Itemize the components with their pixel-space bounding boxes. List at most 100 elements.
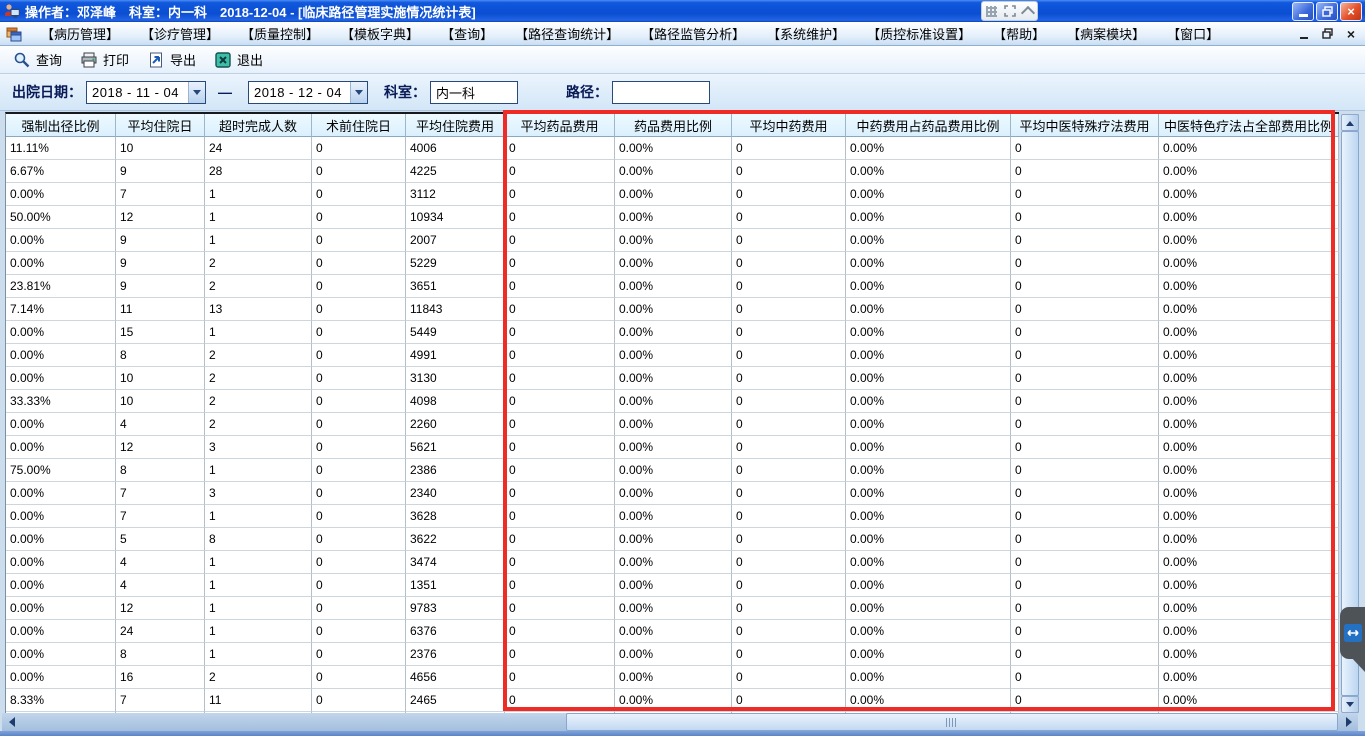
export-button[interactable]: 导出	[140, 48, 203, 71]
table-cell: 7	[116, 183, 205, 206]
date-from-dropdown-button[interactable]	[188, 81, 205, 103]
table-row[interactable]: 33.33% 10 2 0 4098 0 0.00% 0 0.00% 0 0.00%	[6, 390, 1339, 413]
table-row[interactable]: 50.00% 12 1 0 10934 0 0.00% 0 0.00% 0 0.00%	[6, 206, 1339, 229]
table-cell: 1	[205, 229, 312, 252]
menu-item[interactable]: 【质控标准设置】	[856, 24, 982, 43]
table-cell: 0.00%	[846, 344, 1011, 367]
column-header[interactable]: 平均中医特殊疗法费用	[1011, 114, 1159, 137]
exit-button[interactable]: 退出	[207, 48, 270, 71]
table-cell: 2	[205, 275, 312, 298]
table-row[interactable]: 0.00% 7 1 0 3112 0 0.00% 0 0.00% 0 0.00%	[6, 183, 1339, 206]
menu-item[interactable]: 【路径查询统计】	[504, 24, 630, 43]
menu-item[interactable]: 【模板字典】	[330, 24, 430, 43]
column-header[interactable]: 平均住院日	[116, 114, 205, 137]
minimize-button[interactable]	[1292, 1, 1314, 21]
table-row[interactable]: 23.81% 9 2 0 3651 0 0.00% 0 0.00% 0 0.00%	[6, 275, 1339, 298]
app-icon	[4, 3, 20, 19]
menu-item[interactable]: 【系统维护】	[756, 24, 856, 43]
path-input[interactable]	[612, 80, 710, 104]
date-to-dropdown-button[interactable]	[350, 81, 367, 103]
horizontal-scrollbar[interactable]	[2, 713, 1358, 731]
restore-button[interactable]	[1316, 1, 1338, 21]
table-cell: 0	[732, 252, 846, 275]
horizontal-scroll-thumb[interactable]	[566, 713, 1338, 731]
table-cell: 0.00%	[1159, 275, 1339, 298]
table-cell: 3112	[406, 183, 505, 206]
table-cell: 0	[312, 689, 406, 712]
column-header[interactable]: 平均中药费用	[732, 114, 846, 137]
menu-item[interactable]: 【窗口】	[1156, 24, 1230, 43]
table-cell: 4006	[406, 137, 505, 160]
table-row[interactable]: 6.67% 9 28 0 4225 0 0.00% 0 0.00% 0 0.00%	[6, 160, 1339, 183]
table-row[interactable]: 0.00% 12 3 0 5621 0 0.00% 0 0.00% 0 0.00%	[6, 436, 1339, 459]
print-button[interactable]: 打印	[73, 48, 136, 71]
table-row[interactable]: 8.33% 7 11 0 2465 0 0.00% 0 0.00% 0 0.00%	[6, 689, 1339, 712]
table-cell: 11.11%	[6, 137, 116, 160]
table-cell: 0.00%	[846, 574, 1011, 597]
table-row[interactable]: 0.00% 9 1 0 2007 0 0.00% 0 0.00% 0 0.00%	[6, 229, 1339, 252]
table-row[interactable]: 0.00% 15 1 0 5449 0 0.00% 0 0.00% 0 0.00%	[6, 321, 1339, 344]
chevron-up-icon[interactable]	[1020, 5, 1036, 20]
menu-item[interactable]: 【诊疗管理】	[130, 24, 230, 43]
column-header[interactable]: 强制出径比例	[6, 114, 116, 137]
grid-dots-icon[interactable]	[986, 5, 997, 17]
dept-input[interactable]: 内一科	[430, 80, 518, 104]
table-row[interactable]: 0.00% 24 1 0 6376 0 0.00% 0 0.00% 0 0.00%	[6, 620, 1339, 643]
menu-item[interactable]: 【路径监管分析】	[630, 24, 756, 43]
column-header[interactable]: 平均住院费用	[406, 114, 505, 137]
table-row[interactable]: 0.00% 5 8 0 3622 0 0.00% 0 0.00% 0 0.00%	[6, 528, 1339, 551]
screen-overlay-toolbar[interactable]	[981, 1, 1038, 21]
table-row[interactable]: 0.00% 7 3 0 2340 0 0.00% 0 0.00% 0 0.00%	[6, 482, 1339, 505]
table-cell: 0	[732, 160, 846, 183]
scroll-down-button[interactable]	[1341, 696, 1359, 713]
scroll-left-button[interactable]	[2, 713, 20, 731]
close-button[interactable]: ×	[1340, 1, 1362, 21]
table-row[interactable]: 0.00% 10 2 0 3130 0 0.00% 0 0.00% 0 0.00%	[6, 367, 1339, 390]
mdi-close-icon[interactable]: ×	[1347, 27, 1355, 41]
table-cell: 0.00%	[6, 482, 116, 505]
table-row[interactable]: 7.14% 11 13 0 11843 0 0.00% 0 0.00% 0 0.00%	[6, 298, 1339, 321]
date-from-picker[interactable]: 2018 - 11 - 04	[86, 80, 206, 104]
column-header[interactable]: 术前住院日	[312, 114, 406, 137]
mdi-minimize-icon[interactable]	[1299, 36, 1308, 39]
menu-item[interactable]: 【病案模块】	[1056, 24, 1156, 43]
table-cell: 0.00%	[615, 344, 732, 367]
column-header[interactable]: 超时完成人数	[205, 114, 312, 137]
column-header[interactable]: 中药费用占药品费用比例	[846, 114, 1011, 137]
table-row[interactable]: 0.00% 12 1 0 9783 0 0.00% 0 0.00% 0 0.00%	[6, 597, 1339, 620]
table-cell: 0	[505, 298, 615, 321]
column-header[interactable]: 药品费用比例	[615, 114, 732, 137]
table-row[interactable]: 11.11% 10 24 0 4006 0 0.00% 0 0.00% 0 0.00%	[6, 137, 1339, 160]
column-header[interactable]: 平均药品费用	[505, 114, 615, 137]
table-cell: 0	[1011, 459, 1159, 482]
table-cell: 0.00%	[6, 666, 116, 689]
menu-item[interactable]: 【查询】	[430, 24, 504, 43]
menu-item[interactable]: 【质量控制】	[230, 24, 330, 43]
table-row[interactable]: 0.00% 7 1 0 3628 0 0.00% 0 0.00% 0 0.00%	[6, 505, 1339, 528]
remote-control-tab[interactable]	[1340, 607, 1365, 659]
table-row[interactable]: 0.00% 8 1 0 2376 0 0.00% 0 0.00% 0 0.00%	[6, 643, 1339, 666]
table-row[interactable]: 0.00% 16 2 0 4656 0 0.00% 0 0.00% 0 0.00%	[6, 666, 1339, 689]
menu-item[interactable]: 【帮助】	[982, 24, 1056, 43]
menu-item[interactable]: 【病历管理】	[30, 24, 130, 43]
expand-arrows-icon[interactable]	[1004, 5, 1016, 17]
table-cell: 0.00%	[846, 505, 1011, 528]
table-row[interactable]: 0.00% 4 1 0 1351 0 0.00% 0 0.00% 0 0.00%	[6, 574, 1339, 597]
table-row[interactable]: 0.00% 4 1 0 3474 0 0.00% 0 0.00% 0 0.00%	[6, 551, 1339, 574]
table-row[interactable]: 0.00% 4 2 0 2260 0 0.00% 0 0.00% 0 0.00%	[6, 413, 1339, 436]
table-row[interactable]: 75.00% 8 1 0 2386 0 0.00% 0 0.00% 0 0.00%	[6, 459, 1339, 482]
table-cell: 1	[205, 620, 312, 643]
table-cell: 2	[205, 344, 312, 367]
table-cell: 0.00%	[1159, 390, 1339, 413]
table-row[interactable]: 0.00% 8 2 0 4991 0 0.00% 0 0.00% 0 0.00%	[6, 344, 1339, 367]
table-cell: 0.00%	[1159, 505, 1339, 528]
column-header[interactable]: 中医特色疗法占全部费用比例	[1159, 114, 1339, 137]
mdi-restore-icon[interactable]	[1322, 28, 1333, 39]
scroll-up-button[interactable]	[1341, 114, 1359, 131]
table-cell: 15	[116, 321, 205, 344]
table-row[interactable]: 0.00% 9 2 0 5229 0 0.00% 0 0.00% 0 0.00%	[6, 252, 1339, 275]
query-button[interactable]: 查询	[6, 48, 69, 71]
table-cell: 0	[312, 275, 406, 298]
scroll-right-button[interactable]	[1340, 713, 1358, 731]
date-to-picker[interactable]: 2018 - 12 - 04	[248, 80, 368, 104]
